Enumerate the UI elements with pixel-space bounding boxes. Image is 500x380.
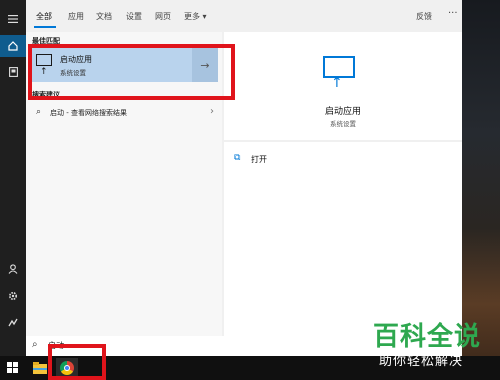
photo-icon <box>8 318 18 327</box>
gear-icon <box>8 291 18 301</box>
folder-icon <box>33 362 47 374</box>
open-icon: ⧉ <box>234 153 241 163</box>
filter-tabs: 全部 应用 文档 设置 网页 更多 ▾ 反馈 ··· <box>26 0 462 32</box>
tab-more[interactable]: 更多 ▾ <box>184 11 207 22</box>
more-options-icon[interactable]: ··· <box>448 8 458 19</box>
home-icon <box>8 41 18 51</box>
menu-hamburger-icon[interactable] <box>0 8 26 30</box>
arrow-up-icon: ↑ <box>331 75 343 91</box>
document-icon <box>8 67 18 77</box>
watermark-logo: 百科全说 助你轻松解决 <box>373 316 493 372</box>
web-search-text: 启动 - 查看网络搜索结果 <box>50 109 127 117</box>
open-action[interactable]: 打开 <box>251 154 267 165</box>
detail-header-card: ↑ 启动应用 系统设置 <box>224 32 462 140</box>
detail-title: 启动应用 <box>324 107 361 117</box>
active-tab-indicator <box>34 26 56 28</box>
detail-subtitle: 系统设置 <box>330 120 356 128</box>
start-button[interactable] <box>0 356 26 380</box>
tab-documents[interactable]: 文档 <box>96 11 112 22</box>
tab-settings[interactable]: 设置 <box>126 11 142 22</box>
watermark-subtitle: 助你轻松解决 <box>379 354 464 369</box>
watermark-title: 百科全说 <box>373 322 482 352</box>
home-button[interactable] <box>0 35 26 57</box>
annotation-highlight-best-match <box>28 44 235 100</box>
file-explorer-button[interactable] <box>30 359 50 377</box>
user-icon <box>8 264 18 274</box>
windows-logo-icon <box>7 362 19 374</box>
documents-button[interactable] <box>0 61 26 83</box>
hamburger-icon <box>8 15 18 23</box>
search-icon: ⌕ <box>36 107 42 117</box>
tab-all[interactable]: 全部 <box>36 11 52 22</box>
web-search-suggestion[interactable]: ⌕ 启动 - 查看网络搜索结果 › <box>30 104 218 122</box>
account-button[interactable] <box>0 258 26 280</box>
feedback-link[interactable]: 反馈 <box>416 11 432 22</box>
tab-apps[interactable]: 应用 <box>68 11 84 22</box>
chevron-right-icon: › <box>210 106 214 117</box>
detail-actions: ⧉ 打开 <box>224 142 462 336</box>
result-detail-pane: ↑ 启动应用 系统设置 ⧉ 打开 <box>224 32 462 336</box>
search-icon: ⌕ <box>32 339 38 350</box>
settings-button[interactable] <box>0 285 26 307</box>
annotation-highlight-search <box>48 344 106 380</box>
start-left-rail <box>0 0 26 356</box>
tab-web[interactable]: 网页 <box>155 11 171 22</box>
photos-button[interactable] <box>0 311 26 333</box>
